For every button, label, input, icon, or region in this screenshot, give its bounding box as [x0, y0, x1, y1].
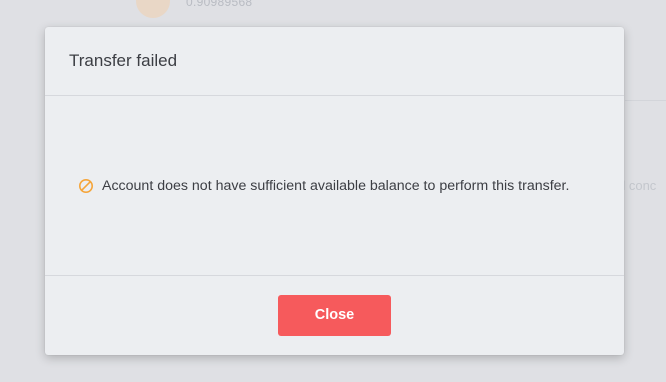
- coin-icon: [136, 0, 170, 18]
- close-button[interactable]: Close: [278, 294, 391, 336]
- background-balance-value: 0.90989568: [186, 0, 253, 9]
- dialog-footer: Close: [45, 276, 624, 354]
- background-divider: [625, 100, 666, 101]
- error-message: Account does not have sufficient availab…: [102, 177, 570, 194]
- dialog-header: Transfer failed: [45, 27, 624, 96]
- dialog-body: Account does not have sufficient availab…: [45, 96, 624, 276]
- transfer-failed-dialog: Transfer failed Account does not have su…: [45, 27, 624, 355]
- dialog-title: Transfer failed: [69, 51, 178, 70]
- prohibited-icon: [78, 178, 94, 194]
